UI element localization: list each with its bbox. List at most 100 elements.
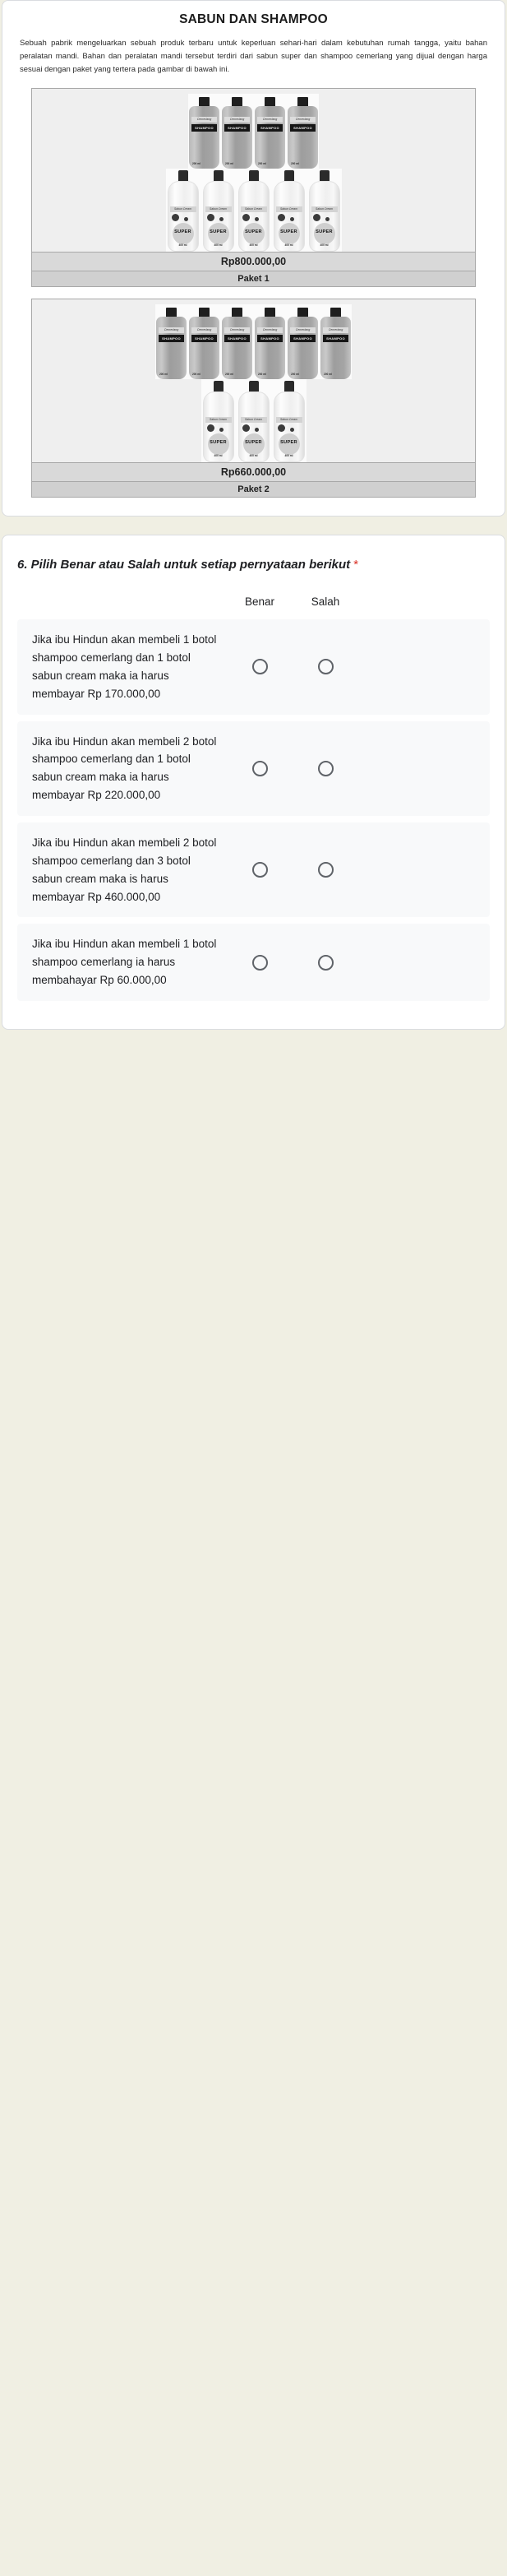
column-header-benar: Benar bbox=[244, 595, 275, 609]
soap-product-label: SUPER bbox=[316, 229, 333, 234]
soap-brand-label: Sabun Cream bbox=[275, 416, 302, 423]
question-title: 6. Pilih Benar atau Salah untuk setiap p… bbox=[17, 555, 490, 574]
radio-cell-salah[interactable] bbox=[293, 760, 358, 776]
shampoo-product-label: SHAMPOO bbox=[257, 334, 283, 342]
soap-dot-icon bbox=[277, 213, 285, 221]
column-header-salah: Salah bbox=[311, 595, 340, 609]
soap-dot-icon bbox=[277, 424, 285, 432]
radio-cell-benar[interactable] bbox=[227, 954, 293, 971]
radio-benar[interactable] bbox=[251, 862, 268, 878]
soap-volume-label: 400 ml bbox=[284, 453, 293, 457]
radio-salah[interactable] bbox=[317, 760, 334, 776]
bottle-cap-icon bbox=[319, 169, 330, 181]
soap-bottle: Sabun Cream SUPER 400 ml bbox=[307, 169, 342, 252]
soap-brand-label: Sabun Cream bbox=[311, 206, 338, 212]
package-price: Rp800.000,00 bbox=[32, 251, 475, 271]
soap-bottle: Sabun Cream SUPER 400 ml bbox=[237, 379, 271, 462]
soap-volume-label: 400 ml bbox=[214, 243, 223, 247]
soap-dot-icon bbox=[254, 427, 259, 432]
radio-cell-salah[interactable] bbox=[293, 954, 358, 971]
soap-volume-label: 400 ml bbox=[249, 453, 258, 457]
radio-salah[interactable] bbox=[317, 659, 334, 675]
soap-product-label: SUPER bbox=[245, 439, 262, 445]
shampoo-brand-label: Cemerlang bbox=[323, 327, 348, 333]
table-row: Jika ibu Hindun akan membeli 2 botol sha… bbox=[17, 822, 490, 918]
shampoo-product-label: SHAMPOO bbox=[191, 334, 217, 342]
soap-product-label: SUPER bbox=[174, 229, 191, 234]
shampoo-volume-label: 200 ml bbox=[225, 372, 233, 376]
soap-dot-icon bbox=[312, 213, 320, 221]
shampoo-row-2: Cemerlang SHAMPOO 200 ml Cemerlang SHAMP… bbox=[155, 303, 352, 379]
question-title-text: 6. Pilih Benar atau Salah untuk setiap p… bbox=[17, 557, 351, 572]
table-row: Jika ibu Hindun akan membeli 1 botol sha… bbox=[17, 619, 490, 715]
soap-row-2: Sabun Cream SUPER 400 ml Sabun Cream SUP… bbox=[200, 378, 307, 462]
shampoo-volume-label: 200 ml bbox=[159, 372, 168, 376]
shampoo-volume-label: 200 ml bbox=[291, 161, 299, 165]
shampoo-volume-label: 200 ml bbox=[192, 372, 200, 376]
soap-dot-icon bbox=[171, 213, 179, 221]
soap-bottle: Sabun Cream SUPER 400 ml bbox=[166, 169, 200, 252]
soap-brand-label: Sabun Cream bbox=[169, 206, 196, 212]
table-row: Jika ibu Hindun akan membeli 1 botol sha… bbox=[17, 924, 490, 1001]
soap-dot-icon bbox=[242, 424, 250, 432]
package-name: Paket 1 bbox=[32, 270, 475, 286]
soap-dot-icon bbox=[219, 427, 224, 432]
package-name: Paket 2 bbox=[32, 480, 475, 497]
radio-benar[interactable] bbox=[251, 954, 268, 971]
soap-dot-icon bbox=[219, 216, 224, 221]
statement-text: Jika ibu Hindun akan membeli 2 botol sha… bbox=[32, 836, 217, 903]
soap-product-label: SUPER bbox=[280, 229, 297, 234]
shampoo-brand-label: Cemerlang bbox=[257, 116, 283, 123]
radio-cell-benar[interactable] bbox=[227, 862, 293, 878]
shampoo-bottle: Cemerlang SHAMPOO 200 ml bbox=[188, 94, 220, 169]
radio-cell-benar[interactable] bbox=[227, 760, 293, 776]
required-asterisk: * bbox=[353, 557, 359, 572]
soap-volume-label: 400 ml bbox=[249, 243, 258, 247]
shampoo-product-label: SHAMPOO bbox=[159, 334, 184, 342]
shampoo-brand-label: Cemerlang bbox=[224, 116, 250, 123]
soap-bottle: Sabun Cream SUPER 400 ml bbox=[201, 169, 236, 252]
soap-bottle: Sabun Cream SUPER 400 ml bbox=[272, 169, 307, 252]
radio-salah[interactable] bbox=[317, 862, 334, 878]
soap-dot-icon bbox=[289, 427, 294, 432]
bottle-cap-icon bbox=[248, 169, 259, 181]
soap-brand-label: Sabun Cream bbox=[205, 206, 232, 212]
shampoo-bottle: Cemerlang SHAMPOO 200 ml bbox=[287, 94, 319, 169]
shampoo-brand-label: Cemerlang bbox=[191, 116, 217, 123]
shampoo-product-label: SHAMPOO bbox=[224, 334, 250, 342]
radio-benar[interactable] bbox=[251, 760, 268, 776]
soap-dot-icon bbox=[242, 213, 250, 221]
radio-salah[interactable] bbox=[317, 954, 334, 971]
stimulus-card: SABUN DAN SHAMPOO Sebuah pabrik mengelua… bbox=[2, 0, 505, 517]
table-row: Jika ibu Hindun akan membeli 2 botol sha… bbox=[17, 720, 490, 816]
shampoo-volume-label: 200 ml bbox=[324, 372, 332, 376]
soap-volume-label: 400 ml bbox=[284, 243, 293, 247]
radio-benar[interactable] bbox=[251, 659, 268, 675]
stimulus-title: SABUN DAN SHAMPOO bbox=[179, 12, 328, 26]
bottle-cap-icon bbox=[297, 96, 308, 106]
soap-product-label: SUPER bbox=[280, 439, 297, 445]
shampoo-product-label: SHAMPOO bbox=[290, 123, 316, 132]
shampoo-volume-label: 200 ml bbox=[192, 161, 200, 165]
bottle-cap-icon bbox=[248, 380, 259, 391]
soap-row-1: Sabun Cream SUPER 400 ml Sabun Cream SUP… bbox=[165, 168, 342, 252]
bottle-cap-icon bbox=[177, 169, 188, 181]
shampoo-bottle: Cemerlang SHAMPOO 200 ml bbox=[254, 94, 286, 169]
shampoo-brand-label: Cemerlang bbox=[191, 327, 217, 333]
statement-text: Jika ibu Hindun akan membeli 1 botol sha… bbox=[32, 633, 217, 700]
bottle-cap-icon bbox=[213, 169, 224, 181]
bottle-cap-icon bbox=[199, 96, 210, 106]
soap-volume-label: 400 ml bbox=[178, 243, 187, 247]
radio-cell-salah[interactable] bbox=[293, 862, 358, 878]
statement-text: Jika ibu Hindun akan membeli 2 botol sha… bbox=[32, 734, 217, 802]
shampoo-brand-label: Cemerlang bbox=[257, 327, 283, 333]
package-image-2: Cemerlang SHAMPOO 200 ml Cemerlang SHAMP… bbox=[32, 299, 475, 462]
bottle-cap-icon bbox=[232, 96, 242, 106]
radio-cell-benar[interactable] bbox=[227, 659, 293, 675]
shampoo-brand-label: Cemerlang bbox=[224, 327, 250, 333]
shampoo-product-label: SHAMPOO bbox=[191, 123, 217, 132]
bottle-cap-icon bbox=[213, 380, 224, 391]
radio-cell-salah[interactable] bbox=[293, 659, 358, 675]
package-figure-2: Cemerlang SHAMPOO 200 ml Cemerlang SHAMP… bbox=[31, 298, 476, 498]
soap-dot-icon bbox=[325, 216, 330, 221]
